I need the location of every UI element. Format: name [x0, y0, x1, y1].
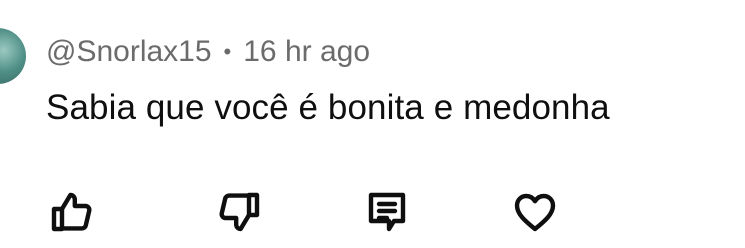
comment-reply-icon: [368, 192, 406, 232]
thumbs-down-icon: [219, 192, 260, 232]
heart-button[interactable]: [508, 185, 562, 239]
author-handle[interactable]: @Snorlax15: [46, 35, 212, 69]
dislike-button[interactable]: [212, 185, 266, 239]
reply-button[interactable]: [360, 185, 414, 239]
meta-separator: •: [223, 39, 232, 64]
avatar[interactable]: [0, 28, 26, 84]
comment-actions: [0, 185, 745, 245]
heart-icon: [514, 193, 556, 232]
like-button[interactable]: [45, 185, 99, 239]
comment-meta: @Snorlax15 • 16 hr ago: [46, 30, 370, 74]
comment-card: @Snorlax15 • 16 hr ago Sabia que você é …: [0, 0, 745, 248]
thumbs-up-icon: [51, 192, 92, 232]
comment-text: Sabia que você é bonita e medonha: [46, 88, 610, 127]
comment-timestamp: 16 hr ago: [243, 35, 371, 68]
